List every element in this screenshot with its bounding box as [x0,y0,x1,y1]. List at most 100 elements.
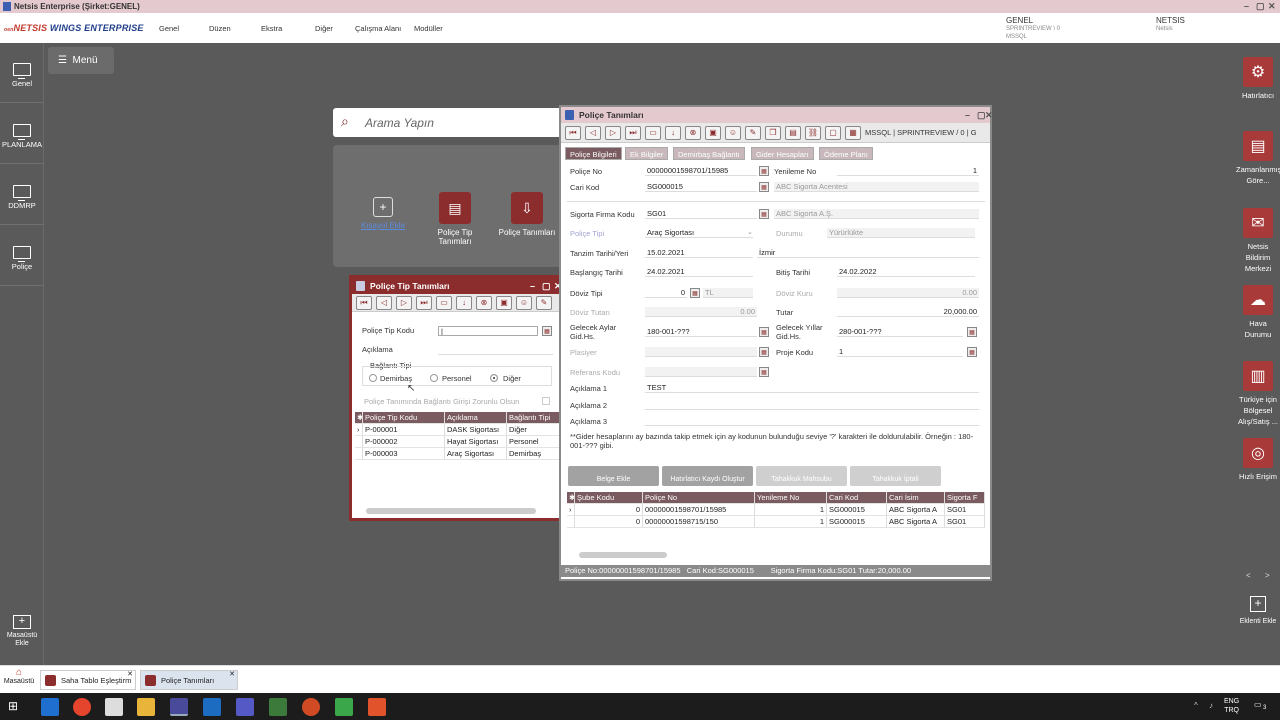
link-icon[interactable]: ⛓ [805,125,821,140]
rail-next-icon[interactable]: > [1265,571,1270,580]
maximize-icon[interactable]: ▢ [542,278,551,294]
gelecek-aylar-input[interactable]: 180-001-??? [645,327,757,337]
tab-demirbas-baglanti[interactable]: Demirbaş Bağlantı [673,147,745,160]
notification-icon[interactable]: ▭ [1254,700,1262,709]
lookup-icon[interactable]: ▦ [759,182,769,192]
user-icon[interactable]: ☺ [516,295,532,310]
police-tipi-select[interactable]: Araç Sigortası [645,228,753,238]
first-record-icon[interactable]: ⏮ [356,295,372,310]
table-row[interactable]: › P-000001 DASK Sigortası Diğer [355,424,561,436]
close-icon[interactable]: ✕ [985,107,993,123]
menu-diger[interactable]: Diğer [315,24,333,33]
camtasia-icon[interactable] [335,698,353,716]
lookup-icon[interactable]: ▦ [967,327,977,337]
tab-ek-bilgiler[interactable]: Ek Bilgiler [625,147,669,160]
tahakkuk-iptali-button[interactable]: Tahakkuk İptali [850,466,941,486]
tray-chevron-icon[interactable]: ^ [1194,701,1198,710]
tahakkuk-mahsubu-button[interactable]: Tahakkuk Mahsubu [756,466,847,486]
tab-police-bilgileri[interactable]: Poliçe Bilgileri [565,147,622,160]
first-record-icon[interactable]: ⏮ [565,125,581,140]
netsis-icon[interactable] [170,698,188,716]
menu-moduller[interactable]: Modüller [414,24,443,33]
menu-button[interactable]: ☰ Menü [48,47,114,74]
bitis-tarihi-input[interactable]: 24.02.2022 [837,267,975,277]
new-icon[interactable]: ▭ [645,125,661,140]
teams-icon[interactable] [236,698,254,716]
menu-ekstra[interactable]: Ekstra [261,24,282,33]
rail-ddmrp[interactable]: DDMRP [0,165,44,225]
lookup-icon[interactable]: ▦ [690,288,700,298]
lookup-icon[interactable]: ▦ [542,326,552,336]
lookup-icon[interactable]: ▦ [759,347,769,357]
rail-genel[interactable]: Genel [0,43,44,103]
tanzim-tarihi-input[interactable]: 15.02.2021 [645,248,753,258]
lookup-icon[interactable]: ▦ [759,327,769,337]
menu-genel[interactable]: Genel [159,24,179,33]
edit-icon[interactable]: ✎ [745,125,761,140]
table-row[interactable]: › 0 00000001598701/15985 1 SG000015 ABC Sigor… [567,504,985,516]
recorder-icon[interactable] [368,698,386,716]
folder-icon[interactable]: ▣ [705,125,721,140]
explorer-icon[interactable] [137,698,155,716]
app-tab-saha[interactable]: Saha Tablo Eşleştirm ✕ [40,670,136,690]
cancel-icon[interactable]: ⊗ [685,125,701,140]
zorunlu-checkbox[interactable] [542,397,550,405]
tile-kisayol-ekle[interactable]: + Kısayol Ekle [353,197,413,230]
referans-kodu-input[interactable] [645,367,757,377]
app-tab-police[interactable]: Poliçe Tanımları ✕ [140,670,238,690]
table-row[interactable]: P-000003 Araç Sigortası Demirbaş [355,448,561,460]
menu-calisma-alani[interactable]: Çalışma Alanı [355,24,401,33]
rail-hizli-erisim[interactable]: ◎ Hızlı Erişim [1236,438,1280,482]
gelecek-yillar-input[interactable]: 280-001-??? [837,327,963,337]
doviz-kuru-input[interactable]: 0.00 [837,288,979,298]
rail-bolgesel[interactable]: ▥ Türkiye için Bölgesel Alış/Satış ... [1236,361,1280,427]
volume-icon[interactable]: ♪ [1209,701,1213,710]
home-desktop-button[interactable]: ⌂ Masaüstü [2,668,36,686]
radio-diger[interactable] [490,374,498,382]
menu-duzen[interactable]: Düzen [209,24,231,33]
aciklama2-input[interactable] [645,400,979,410]
doviz-tutari-input[interactable]: 0.00 [645,307,757,317]
powerpoint-icon[interactable] [302,698,320,716]
hatirlatici-button[interactable]: Hatırlatıcı Kaydı Oluştur [662,466,753,486]
radio-personel[interactable] [430,374,438,382]
store-icon[interactable] [105,698,123,716]
search-input[interactable]: ⌕ Arama Yapın [333,108,563,137]
new-icon[interactable]: ▭ [436,295,452,310]
doviz-tipi-input[interactable]: 0 [645,288,687,298]
rail-hatirlatici[interactable]: ⚙ Hatırlatıcı [1236,57,1280,101]
police-no-input[interactable]: 00000001598701/15985 [645,166,757,176]
minimize-icon[interactable]: – [1244,0,1249,13]
rail-planlama[interactable]: PLANLAMA [0,104,44,164]
rail-prev-icon[interactable]: < [1246,571,1251,580]
rail-police[interactable]: Poliçe [0,226,44,286]
user-icon[interactable]: ☺ [725,125,741,140]
proje-kodu-input[interactable]: 1 [837,347,963,357]
chrome-icon[interactable] [73,698,91,716]
belge-ekle-button[interactable]: Belge Ekle [568,466,659,486]
outlook-icon[interactable] [203,698,221,716]
edge-icon[interactable] [41,698,59,716]
prev-record-icon[interactable]: ◁ [376,295,392,310]
tile-police-tip[interactable]: ▤ Poliçe Tip Tanımları [425,192,485,246]
tanzim-yeri-input[interactable]: İzmir [757,248,979,258]
yenileme-no-input[interactable]: 1 [837,166,979,176]
edit-icon[interactable]: ✎ [536,295,552,310]
lookup-icon[interactable]: ▦ [759,166,769,176]
aciklama3-input[interactable] [645,416,979,426]
close-tab-icon[interactable]: ✕ [127,665,133,685]
rail-zamanlanmis[interactable]: ▤ Zamanlanmış Göre... [1236,131,1280,186]
table-row[interactable]: P-000002 Hayat Sigortası Personel [355,436,561,448]
print-icon[interactable]: ▤ [785,125,801,140]
language-indicator[interactable]: ENG TRQ [1224,697,1239,715]
tutar-input[interactable]: 20,000.00 [837,307,979,317]
last-record-icon[interactable]: ⏭ [416,295,432,310]
horizontal-scrollbar[interactable] [579,552,667,558]
plasiyer-input[interactable] [645,347,757,357]
maximize-icon[interactable]: ▢ [1256,0,1265,13]
close-tab-icon[interactable]: ✕ [229,665,235,685]
tab-odeme-plani[interactable]: Ödeme Planı [819,147,873,160]
cari-kod-input[interactable]: SG000015 [645,182,757,192]
sigorta-firma-input[interactable]: SG01 [645,209,757,219]
horizontal-scrollbar[interactable] [366,508,536,514]
